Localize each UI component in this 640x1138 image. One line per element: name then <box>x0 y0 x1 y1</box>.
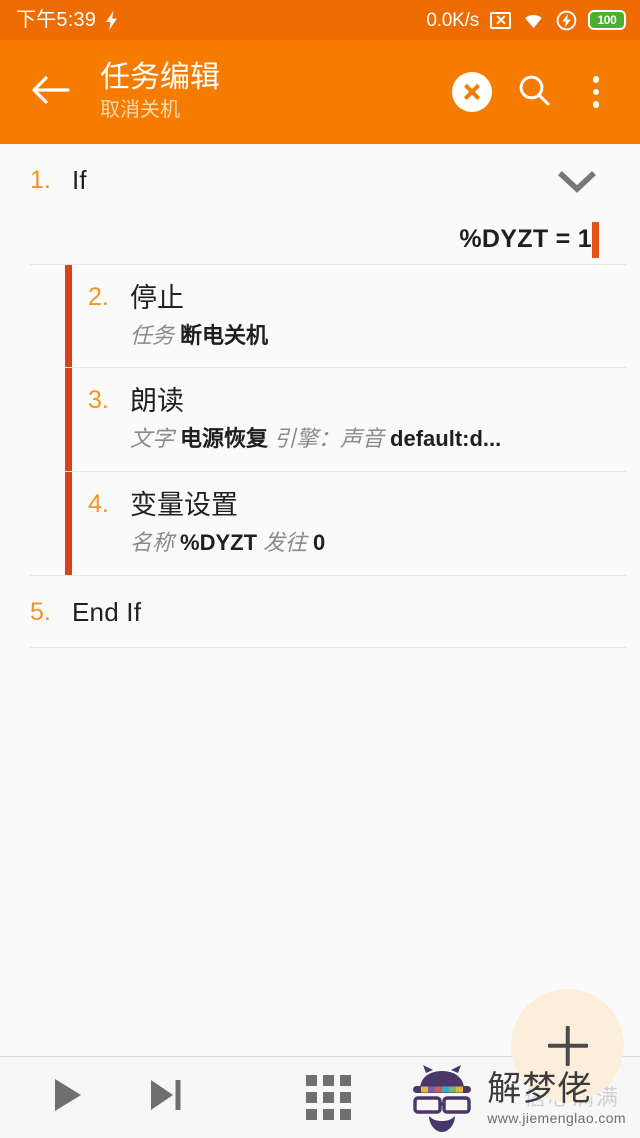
action-number: 2. <box>88 282 109 311</box>
close-circle-icon <box>452 72 492 112</box>
back-button[interactable] <box>26 68 74 116</box>
if-condition-line[interactable]: %DYZT = 1 <box>0 215 624 264</box>
row-divider <box>30 647 626 649</box>
action-row-2-inner: 2. 停止 任务 断电关机 <box>0 265 624 368</box>
action-body: 朗读 文字 电源恢复 引擎：声音 default:d... <box>130 386 624 453</box>
action-body: If <box>72 165 624 196</box>
action-subtitle: 名称 %DYZT 发往 0 <box>130 529 624 557</box>
app-root: 下午5:39 0.0K/s 100 任务编辑 取消关机 1. If %DYZT … <box>0 0 640 1138</box>
app-grid-button[interactable] <box>286 1057 370 1138</box>
chevron-down-icon[interactable] <box>558 170 596 194</box>
bolt-icon <box>105 10 118 30</box>
action-body: End If <box>72 596 624 628</box>
action-sub-label: 引擎：声音 <box>274 426 385 452</box>
action-sub-label: 文字 <box>130 426 175 452</box>
action-row-5[interactable]: 5. End If <box>0 575 640 648</box>
action-title: 朗读 <box>130 386 184 417</box>
app-bar: 任务编辑 取消关机 <box>0 40 640 144</box>
close-button[interactable] <box>446 66 498 118</box>
search-icon <box>516 72 552 113</box>
action-sub-value: 电源恢复 <box>180 426 269 452</box>
action-row-1-inner: 1. If <box>0 144 624 216</box>
action-sub-label: 任务 <box>130 322 175 348</box>
action-sub-label: 名称 <box>130 530 175 556</box>
action-subtitle: 文字 电源恢复 引擎：声音 default:d... <box>130 425 624 453</box>
action-title: End If <box>72 596 142 627</box>
action-title: If <box>72 165 87 195</box>
action-number: 4. <box>88 489 109 518</box>
action-row-4-inner: 4. 变量设置 名称 %DYZT 发往 0 <box>0 472 624 575</box>
action-list[interactable]: 1. If %DYZT = 1 2. 停止 任务 断电关机 3. 朗读 文字 电… <box>0 144 640 1056</box>
back-arrow-icon <box>30 74 70 111</box>
step-to-end-button[interactable] <box>124 1057 208 1138</box>
condition-marker <box>592 221 599 258</box>
action-number: 1. <box>30 166 51 194</box>
app-bar-actions <box>446 66 622 118</box>
play-icon <box>53 1078 83 1117</box>
app-bar-titles: 任务编辑 取消关机 <box>100 61 446 123</box>
action-row-2[interactable]: 2. 停止 任务 断电关机 <box>0 264 640 368</box>
action-sub-label: 发往 <box>263 530 308 556</box>
wifi-icon <box>522 12 545 29</box>
overflow-menu-button[interactable] <box>570 66 622 118</box>
page-title: 任务编辑 <box>100 61 220 95</box>
play-to-end-icon <box>149 1079 183 1116</box>
action-sub-value: 0 <box>313 530 326 556</box>
network-speed-text: 0.0K/s <box>426 9 479 31</box>
no-sim-icon <box>490 11 511 29</box>
action-title: 停止 <box>130 282 184 313</box>
action-sub-value: %DYZT <box>180 530 258 556</box>
battery-level-text: 100 <box>597 13 617 27</box>
action-row-5-inner: 5. End If <box>0 576 624 648</box>
action-row-3-inner: 3. 朗读 文字 电源恢复 引擎：声音 default:d... <box>0 368 624 471</box>
page-subtitle: 取消关机 <box>100 98 180 121</box>
status-bar-right: 0.0K/s 100 <box>426 10 626 31</box>
action-body: 变量设置 名称 %DYZT 发往 0 <box>130 490 624 557</box>
action-row-3[interactable]: 3. 朗读 文字 电源恢复 引擎：声音 default:d... <box>0 368 640 471</box>
if-condition-text: %DYZT = 1 <box>459 225 592 254</box>
battery-indicator: 100 <box>588 10 626 30</box>
action-row-4[interactable]: 4. 变量设置 名称 %DYZT 发往 0 <box>0 471 640 575</box>
action-body: 停止 任务 断电关机 <box>130 283 624 350</box>
grid-3x3-icon <box>305 1075 351 1120</box>
add-action-fab[interactable] <box>511 989 624 1102</box>
run-task-button[interactable] <box>26 1057 110 1138</box>
overflow-menu-icon <box>592 76 600 108</box>
action-sub-value: 断电关机 <box>180 322 269 348</box>
status-clock: 下午5:39 <box>16 9 97 31</box>
search-button[interactable] <box>508 66 560 118</box>
action-title: 变量设置 <box>130 489 238 520</box>
plus-icon <box>547 1025 589 1067</box>
action-row-1[interactable]: 1. If %DYZT = 1 <box>0 144 640 264</box>
status-bar: 下午5:39 0.0K/s 100 <box>0 0 640 40</box>
action-number: 5. <box>30 597 51 626</box>
action-subtitle: 任务 断电关机 <box>130 322 624 350</box>
action-sub-value: default:d... <box>390 426 502 452</box>
action-number: 3. <box>88 386 109 415</box>
status-bar-left: 下午5:39 <box>16 10 118 30</box>
flash-circle-icon <box>556 10 577 31</box>
